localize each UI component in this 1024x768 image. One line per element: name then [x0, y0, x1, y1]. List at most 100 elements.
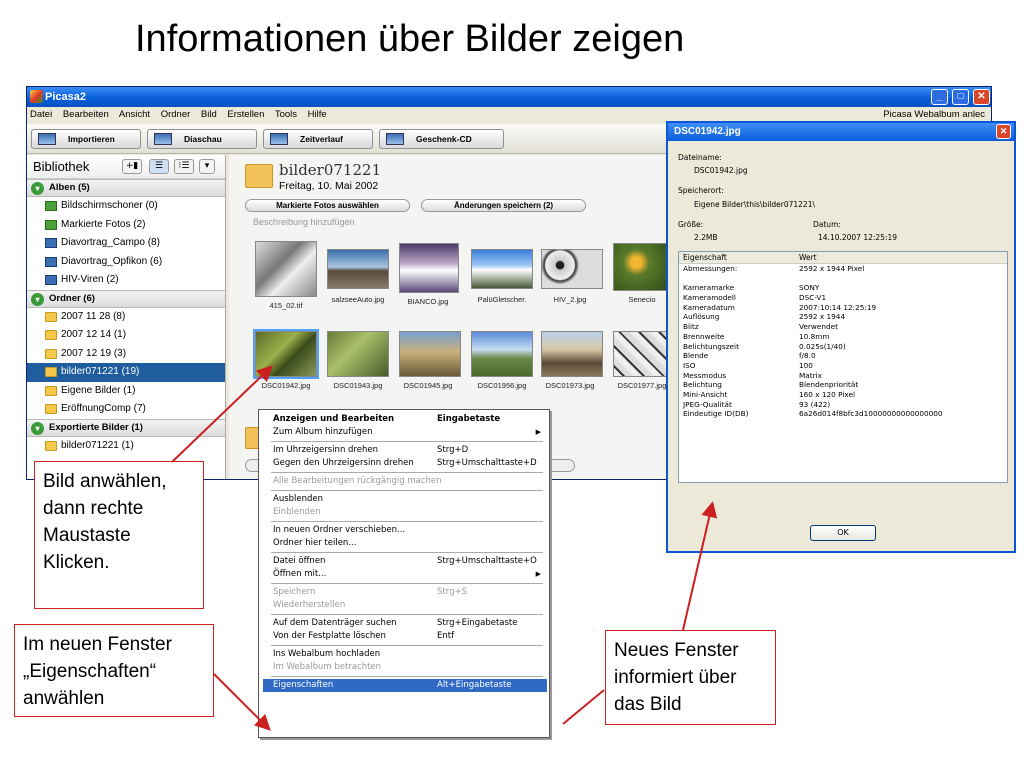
menu-item[interactable]: Öffnen mit... ▶: [273, 568, 543, 581]
menu-item-shortcut: Alt+Eingabetaste: [437, 680, 512, 690]
gift-cd-icon: [386, 133, 404, 145]
menu-item[interactable]: Anzeigen und Bearbeiten Eingabetaste: [273, 413, 543, 426]
timeline-button[interactable]: Zeitverlauf: [263, 129, 373, 149]
arrow-from-info: [562, 689, 605, 725]
filename-value: DSC01942.jpg: [694, 166, 748, 175]
menu-ansicht[interactable]: Ansicht: [119, 109, 150, 120]
column-value[interactable]: Wert: [799, 253, 817, 262]
menu-item[interactable]: Ordner hier teilen...: [273, 537, 543, 550]
value-cell: SONY: [799, 283, 820, 293]
collapse-icon[interactable]: ▾: [31, 421, 44, 435]
thumbnail[interactable]: [255, 241, 317, 297]
close-icon[interactable]: ✕: [996, 124, 1011, 139]
dialog-title-bar[interactable]: DSC01942.jpg ✕: [668, 123, 1014, 141]
minimize-button[interactable]: _: [931, 89, 948, 105]
sidebar-item-folder[interactable]: EröffnungComp (7): [27, 400, 225, 419]
menu-bearbeiten[interactable]: Bearbeiten: [63, 109, 109, 120]
thumbnail[interactable]: [327, 249, 389, 289]
menu-hilfe[interactable]: Hilfe: [308, 109, 327, 120]
menu-item[interactable]: Datei öffnen Strg+Umschalttaste+O: [273, 555, 543, 568]
album-icon: [45, 275, 57, 285]
sidebar-item-folder[interactable]: bilder071221 (1): [27, 437, 225, 456]
list-view-icon[interactable]: ☰: [149, 159, 169, 174]
menu-ordner[interactable]: Ordner: [161, 109, 191, 120]
collapse-icon[interactable]: ▾: [31, 182, 44, 195]
thumbnail-selected[interactable]: [253, 329, 319, 379]
menu-item[interactable]: Gegen den Uhrzeigersinn drehen Strg+Umsch…: [273, 457, 543, 470]
menu-item-shortcut: Strg+Umschalttaste+O: [437, 556, 537, 566]
group-folders[interactable]: ▾ Ordner (6): [27, 289, 225, 308]
menu-item-eigenschaften[interactable]: Eigenschaften Alt+Eingabetaste: [263, 679, 547, 692]
sidebar-item-folder[interactable]: 2007 12 14 (1): [27, 326, 225, 345]
sidebar-item-folder-selected[interactable]: bilder071221 (19): [27, 363, 225, 382]
slide-title: Informationen über Bilder zeigen: [135, 18, 685, 60]
menu-item[interactable]: Von der Festplatte löschen Entf: [273, 630, 543, 643]
menu-item[interactable]: Einblenden: [273, 506, 543, 519]
properties-dialog: DSC01942.jpg ✕ Dateiname: DSC01942.jpg S…: [666, 121, 1016, 553]
thumbnail[interactable]: [327, 331, 389, 377]
column-property[interactable]: Eigenschaft: [683, 253, 727, 262]
gift-cd-button[interactable]: Geschenk-CD: [379, 129, 504, 149]
thumbnail[interactable]: [399, 243, 459, 293]
collapse-icon[interactable]: ▾: [31, 292, 44, 306]
menu-item[interactable]: Zum Album hinzufügen ▶: [273, 426, 543, 439]
description-field[interactable]: Beschreibung hinzufügen: [253, 217, 355, 227]
thumbnail[interactable]: [541, 331, 603, 377]
slideshow-button[interactable]: Diaschau: [147, 129, 257, 149]
thumbnail[interactable]: [613, 331, 671, 377]
mark-photos-button[interactable]: Markierte Fotos auswählen: [245, 199, 410, 212]
value-cell: 0.025s(1/40): [799, 341, 846, 351]
table-body: Abmessungen: 2592 x 1944 Pixel Kameramarke…: [679, 264, 1007, 419]
sidebar-item-folder[interactable]: Eigene Bilder (1): [27, 382, 225, 401]
sidebar-item-folder[interactable]: 2007 11 28 (8): [27, 308, 225, 327]
group-label: Ordner (6): [49, 292, 95, 304]
menu-item-label: Datei öffnen: [273, 556, 326, 566]
callout-line: Bild anwählen,: [43, 471, 167, 492]
maximize-button[interactable]: □: [952, 89, 969, 105]
sidebar-item-album[interactable]: Diavortrag_Campo (8): [27, 234, 225, 253]
menu-datei[interactable]: Datei: [30, 109, 52, 120]
menu-item[interactable]: Wiederherstellen: [273, 599, 543, 612]
sidebar-item-album[interactable]: Markierte Fotos (2): [27, 216, 225, 235]
date-label: Datum:: [813, 220, 841, 229]
size-label: Größe:: [678, 220, 704, 229]
group-albums[interactable]: ▾ Alben (5): [27, 179, 225, 197]
menu-item[interactable]: Ins Webalbum hochladen: [273, 648, 543, 661]
sidebar-item-album[interactable]: Bildschirmschoner (0): [27, 197, 225, 216]
menu-tools[interactable]: Tools: [275, 109, 297, 120]
tree-view-icon[interactable]: ⁝☰: [174, 159, 194, 174]
thumbnail[interactable]: [471, 331, 533, 377]
menu-item[interactable]: Im Uhrzeigersinn drehen Strg+D: [273, 444, 543, 457]
save-changes-button[interactable]: Änderungen speichern (2): [421, 199, 586, 212]
menu-erstellen[interactable]: Erstellen: [227, 109, 264, 120]
album-icon: [45, 201, 57, 211]
thumbnail[interactable]: [613, 243, 671, 291]
view-menu-icon[interactable]: ▾: [199, 159, 215, 174]
menu-item[interactable]: Ausblenden: [273, 493, 543, 506]
close-button[interactable]: ✕: [973, 89, 990, 105]
picasa-title-bar[interactable]: Picasa2 _ □ ✕: [27, 87, 991, 107]
property-cell: Brennweite: [683, 331, 725, 341]
sidebar-item-folder[interactable]: 2007 12 19 (3): [27, 345, 225, 364]
ok-button[interactable]: OK: [810, 525, 876, 541]
menu-item-label: Alle Bearbeitungen rückgängig machen: [273, 476, 442, 486]
sidebar-item-album[interactable]: HIV-Viren (2): [27, 271, 225, 290]
thumbnail[interactable]: [541, 249, 603, 289]
menu-item[interactable]: Auf dem Datenträger suchen Strg+Eingabeta…: [273, 617, 543, 630]
menu-item[interactable]: Speichern Strg+S: [273, 586, 543, 599]
thumbnail[interactable]: [399, 331, 461, 377]
sidebar-item-label: Diavortrag_Campo (8): [61, 237, 160, 248]
menu-bild[interactable]: Bild: [201, 109, 217, 120]
menu-item[interactable]: In neuen Ordner verschieben...: [273, 524, 543, 537]
menu-item[interactable]: Im Webalbum betrachten: [273, 661, 543, 674]
group-exported[interactable]: ▾ Exportierte Bilder (1): [27, 418, 225, 437]
submenu-arrow-icon: ▶: [535, 570, 541, 578]
menu-item[interactable]: Alle Bearbeitungen rückgängig machen: [273, 475, 543, 488]
thumbnail[interactable]: [471, 249, 533, 289]
value-cell: f/8.0: [799, 351, 816, 361]
add-album-icon[interactable]: +▮: [122, 159, 142, 174]
exif-table: Eigenschaft Wert Abmessungen: 2592 x 1944…: [678, 251, 1008, 483]
property-cell: Kameramarke: [683, 283, 735, 293]
sidebar-item-album[interactable]: Diavortrag_Opfikon (6): [27, 253, 225, 272]
import-button[interactable]: Importieren: [31, 129, 141, 149]
